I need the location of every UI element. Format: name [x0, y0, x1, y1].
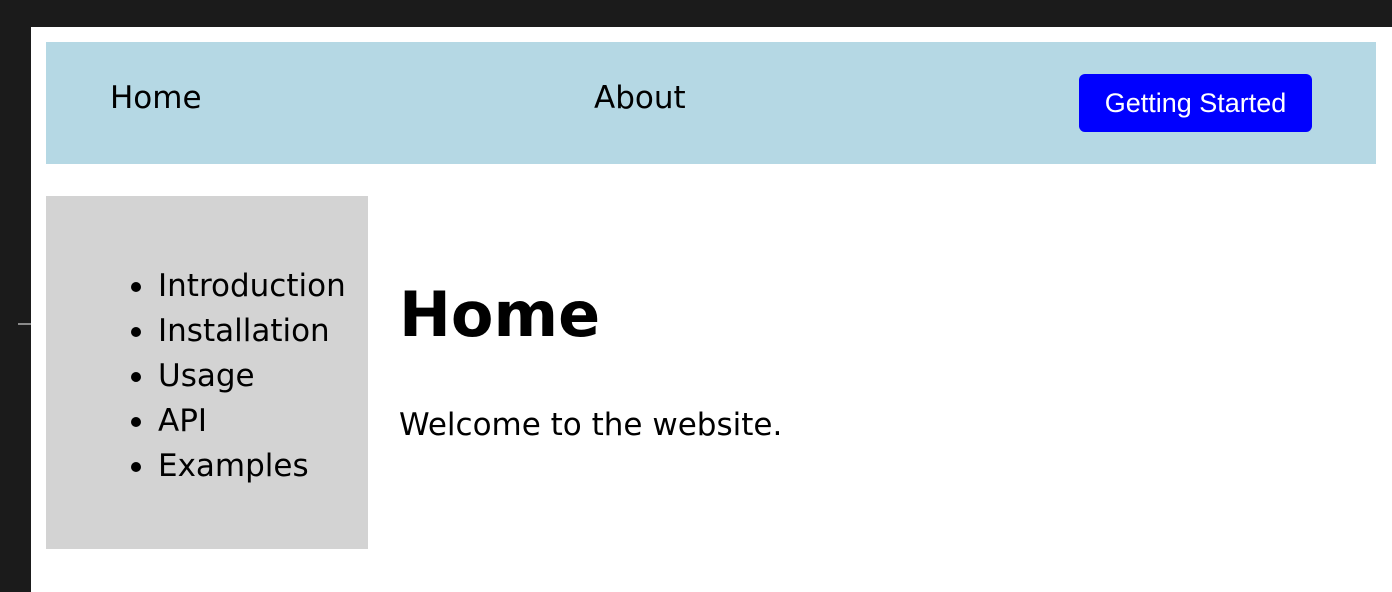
sidebar-item-examples[interactable]: Examples — [131, 444, 346, 489]
bullet-icon — [131, 327, 141, 337]
sidebar-item-label: Examples — [158, 448, 309, 484]
page-title: Home — [399, 278, 601, 351]
bullet-icon — [131, 417, 141, 427]
sidebar-item-label: Installation — [158, 313, 330, 349]
sidebar-item-introduction[interactable]: Introduction — [131, 264, 346, 309]
getting-started-button[interactable]: Getting Started — [1079, 74, 1312, 132]
sidebar-item-label: Introduction — [158, 268, 346, 304]
sidebar-item-api[interactable]: API — [131, 399, 346, 444]
welcome-text: Welcome to the website. — [399, 407, 783, 443]
page-viewport: Home About Getting Started Introduction … — [31, 27, 1392, 592]
window-edge-marker — [18, 323, 31, 325]
bullet-icon — [131, 462, 141, 472]
bullet-icon — [131, 372, 141, 382]
nav-link-home[interactable]: Home — [110, 80, 202, 116]
sidebar-item-label: Usage — [158, 358, 255, 394]
sidebar-item-label: API — [158, 403, 208, 439]
bullet-icon — [131, 282, 141, 292]
sidebar-item-installation[interactable]: Installation — [131, 309, 346, 354]
sidebar: Introduction Installation Usage API Exam… — [46, 196, 368, 549]
sidebar-list: Introduction Installation Usage API Exam… — [131, 264, 346, 489]
top-navbar: Home About Getting Started — [46, 42, 1376, 164]
sidebar-item-usage[interactable]: Usage — [131, 354, 346, 399]
nav-link-about[interactable]: About — [594, 80, 686, 116]
